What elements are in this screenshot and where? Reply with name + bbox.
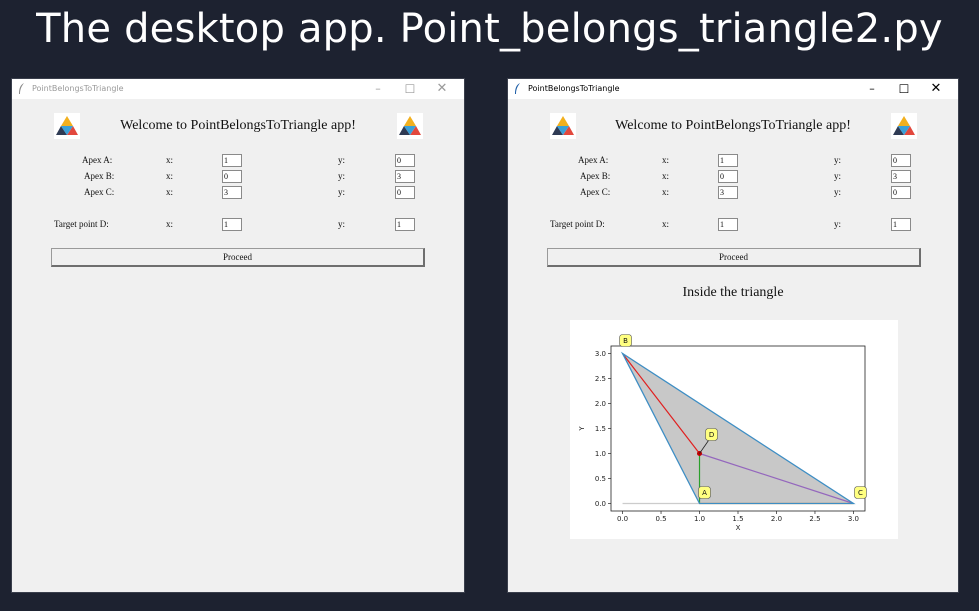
apex-b-x-input[interactable]: 0: [718, 170, 738, 183]
y-tick-label: 0.0: [595, 500, 606, 508]
point-annotation-label: A: [702, 489, 707, 497]
close-button[interactable]: ✕: [428, 81, 456, 97]
apex-a-label: Apex A:: [82, 155, 113, 165]
apex-b-y-label: y:: [338, 171, 346, 181]
triangle-logo-icon: [397, 113, 423, 139]
x-tick-label: 3.0: [848, 515, 859, 523]
apex-a-y-label: y:: [834, 155, 842, 165]
target-x-input[interactable]: 1: [718, 218, 738, 231]
target-label: Target point D:: [54, 219, 109, 229]
minimize-button[interactable]: –: [858, 81, 886, 97]
y-axis-label: Y: [578, 426, 586, 432]
window-title: PointBelongsToTriangle: [32, 84, 124, 93]
apex-b-x-label: x:: [166, 171, 174, 181]
apex-b-label: Apex B:: [580, 171, 611, 181]
y-tick-label: 1.0: [595, 450, 606, 458]
apex-b-x-label: x:: [662, 171, 670, 181]
app-window-initial: PointBelongsToTriangle – ☐ ✕ Welcome to …: [11, 78, 465, 593]
apex-c-y-input[interactable]: 0: [891, 186, 911, 199]
apex-a-y-input[interactable]: 0: [395, 154, 415, 167]
target-x-label: x:: [166, 219, 174, 229]
app-window-result: PointBelongsToTriangle – ☐ ✕ Welcome to …: [507, 78, 959, 593]
apex-c-x-label: x:: [166, 187, 174, 197]
apex-b-x-input[interactable]: 0: [222, 170, 242, 183]
proceed-button[interactable]: Proceed: [547, 248, 921, 267]
target-y-label: y:: [834, 219, 842, 229]
apex-c-label: Apex C:: [84, 187, 115, 197]
x-tick-label: 2.0: [771, 515, 782, 523]
triangle-plot: 0.0 0.5 1.0 1.5 2.0 2.5 3.0 0.0 0.5 1.0 1.5 2.0 2.5 3…: [570, 320, 898, 539]
apex-b-label: Apex B:: [84, 171, 115, 181]
apex-a-label: Apex A:: [578, 155, 609, 165]
apex-a-x-input[interactable]: 1: [222, 154, 242, 167]
apex-a-x-label: x:: [662, 155, 670, 165]
apex-a-x-label: x:: [166, 155, 174, 165]
apex-c-x-input[interactable]: 3: [222, 186, 242, 199]
x-tick-label: 2.5: [809, 515, 820, 523]
apex-c-label: Apex C:: [580, 187, 611, 197]
apex-c-y-label: y:: [834, 187, 842, 197]
target-label: Target point D:: [550, 219, 605, 229]
target-y-label: y:: [338, 219, 346, 229]
y-tick-label: 2.0: [595, 400, 606, 408]
apex-c-x-label: x:: [662, 187, 670, 197]
plot-svg: 0.0 0.5 1.0 1.5 2.0 2.5 3.0 0.0 0.5 1.0 1.5 2.0 2.5 3…: [578, 334, 867, 532]
apex-c-y-label: y:: [338, 187, 346, 197]
apex-c-x-input[interactable]: 3: [718, 186, 738, 199]
x-axis-label: X: [736, 524, 741, 532]
x-tick-label: 0.5: [655, 515, 666, 523]
maximize-button[interactable]: ☐: [890, 81, 918, 97]
apex-b-y-input[interactable]: 3: [395, 170, 415, 183]
y-tick-label: 2.5: [595, 375, 606, 383]
apex-a-y-label: y:: [338, 155, 346, 165]
point-annotation-label: C: [858, 489, 863, 497]
feather-icon: [19, 83, 24, 94]
triangle-logo-icon: [891, 113, 917, 139]
x-tick-label: 1.5: [732, 515, 743, 523]
point-annotation-label: D: [709, 431, 714, 439]
y-tick-label: 3.0: [595, 350, 606, 358]
minimize-button[interactable]: –: [364, 81, 392, 97]
y-tick-label: 0.5: [595, 475, 606, 483]
apex-b-y-label: y:: [834, 171, 842, 181]
x-tick-label: 1.0: [694, 515, 705, 523]
apex-b-y-input[interactable]: 3: [891, 170, 911, 183]
apex-c-y-input[interactable]: 0: [395, 186, 415, 199]
apex-a-y-input[interactable]: 0: [891, 154, 911, 167]
result-text: Inside the triangle: [682, 285, 784, 300]
title-bar[interactable]: PointBelongsToTriangle – ☐ ✕: [12, 79, 464, 99]
window-title: PointBelongsToTriangle: [528, 84, 620, 93]
point-annotation-label: B: [623, 337, 628, 345]
proceed-button[interactable]: Proceed: [51, 248, 425, 267]
target-y-input[interactable]: 1: [395, 218, 415, 231]
title-bar[interactable]: PointBelongsToTriangle – ☐ ✕: [508, 79, 958, 99]
target-x-input[interactable]: 1: [222, 218, 242, 231]
target-x-label: x:: [662, 219, 670, 229]
x-tick-label: 0.0: [617, 515, 628, 523]
feather-icon: [515, 83, 520, 94]
target-point-marker: [697, 451, 703, 456]
apex-a-x-input[interactable]: 1: [718, 154, 738, 167]
close-button[interactable]: ✕: [922, 81, 950, 97]
target-y-input[interactable]: 1: [891, 218, 911, 231]
y-tick-label: 1.5: [595, 425, 606, 433]
maximize-button[interactable]: ☐: [396, 81, 424, 97]
slide-title: The desktop app. Point_belongs_triangle2…: [36, 6, 943, 52]
